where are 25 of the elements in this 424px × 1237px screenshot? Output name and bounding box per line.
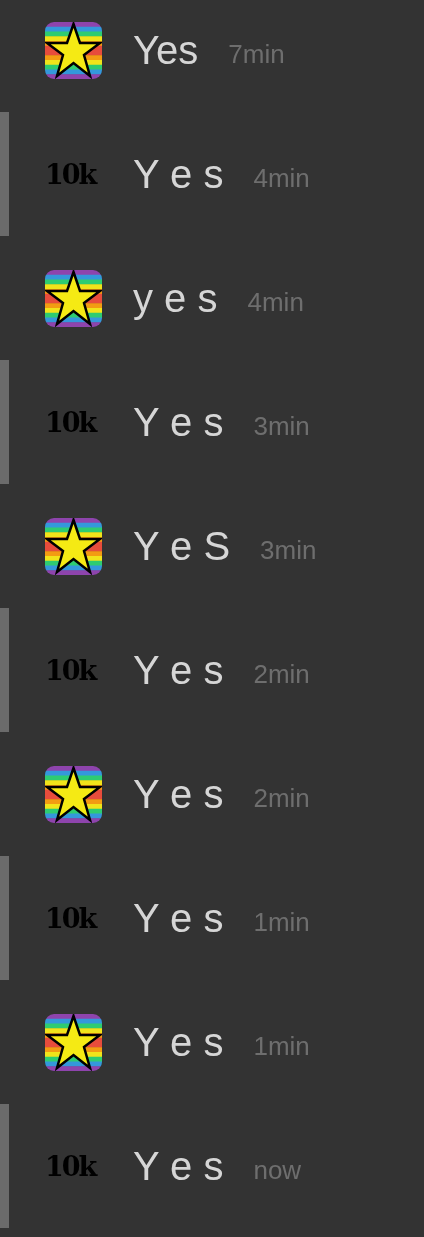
- message-time: 3min: [253, 413, 310, 439]
- rainbow-star-icon: [45, 1013, 102, 1071]
- message-time: 7min: [228, 41, 285, 67]
- message-text: Y e S: [133, 526, 231, 566]
- message-time: 3min: [260, 537, 317, 563]
- message-text: Y e s: [133, 650, 224, 690]
- message-text: Y e s: [133, 898, 224, 938]
- message-text: y e s: [133, 278, 218, 318]
- rainbow-star-icon: [45, 269, 102, 327]
- rainbow-star-icon: [45, 21, 102, 79]
- message-time: 4min: [253, 165, 310, 191]
- message-time: now: [253, 1157, 302, 1183]
- message-time: 2min: [253, 661, 310, 687]
- message-text: Y e s: [133, 1146, 224, 1186]
- message-text: Y e s: [133, 1022, 224, 1062]
- message-time: 2min: [253, 785, 310, 811]
- rainbow-star-icon: [45, 765, 102, 823]
- rainbow-star-icon: [45, 517, 102, 575]
- message-text: Y e s: [133, 154, 224, 194]
- message-time: 1min: [253, 1033, 310, 1059]
- message-time: 4min: [247, 289, 304, 315]
- message-text: Yes: [133, 30, 199, 70]
- message-text: Y e s: [133, 402, 224, 442]
- message-text: Y e s: [133, 774, 224, 814]
- message-time: 1min: [253, 909, 310, 935]
